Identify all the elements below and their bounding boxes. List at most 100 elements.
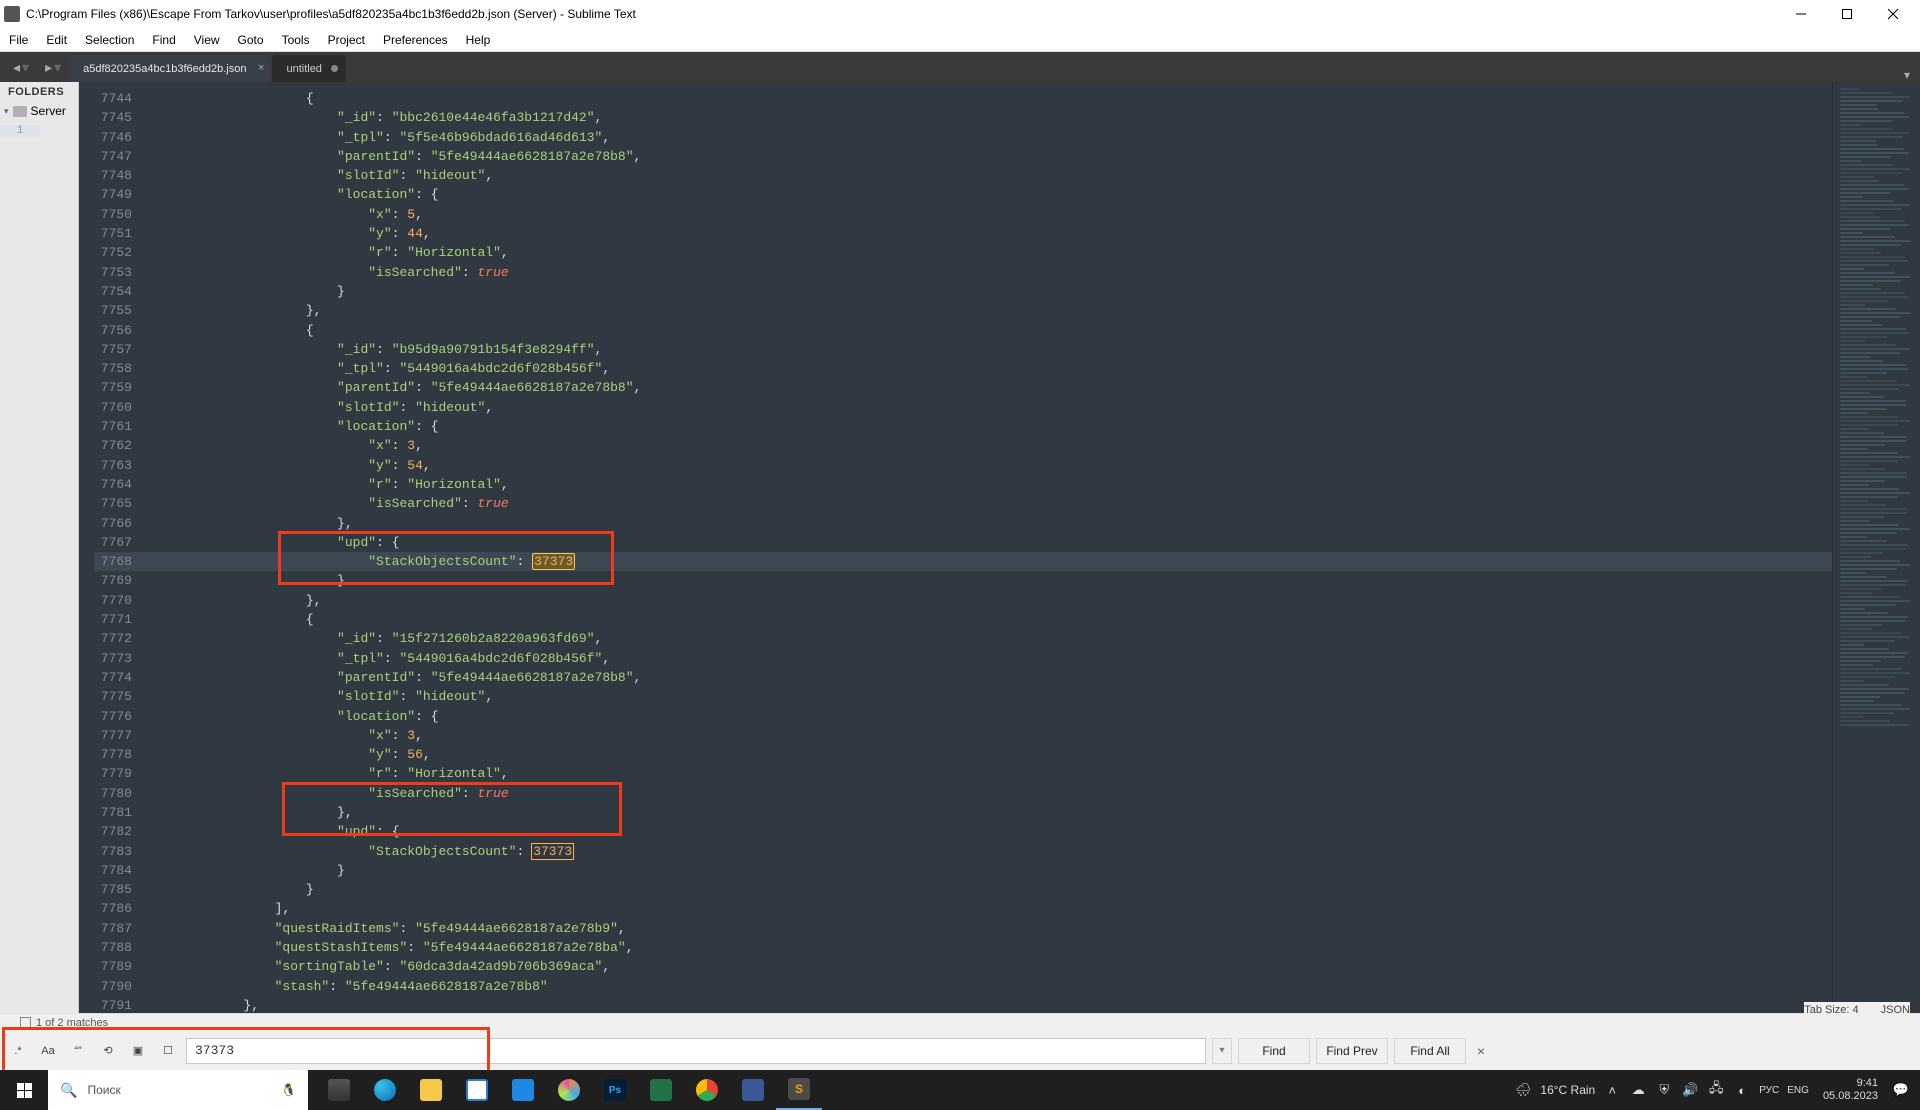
menu-help[interactable]: Help (457, 28, 500, 51)
save-icon[interactable] (730, 1070, 776, 1110)
code-line: "x": 3, (142, 726, 1832, 745)
code-line: "_tpl": "5449016a4bdc2d6f028b456f", (142, 359, 1832, 378)
start-button[interactable] (0, 1070, 48, 1110)
status-syntax[interactable]: JSON (1881, 1004, 1910, 1016)
status-checkbox[interactable] (20, 1017, 31, 1028)
code-line: "sortingTable": "60dca3da42ad9b706b369ac… (142, 957, 1832, 976)
tab-overflow-icon[interactable]: ▾ (1894, 68, 1920, 82)
find-button[interactable]: Find (1238, 1038, 1310, 1064)
find-regex-toggle[interactable]: .* (6, 1039, 30, 1063)
menu-file[interactable]: File (0, 28, 37, 51)
code-area[interactable]: { "_id": "bbc2610e44e46fa3b1217d42", "_t… (142, 82, 1832, 1030)
menu-find[interactable]: Find (143, 28, 184, 51)
editor[interactable]: 7744774577467747774877497750775177527753… (94, 82, 1920, 1030)
code-line: "slotId": "hideout", (142, 166, 1832, 185)
tab-nav-right[interactable]: ▸▾ (37, 52, 69, 82)
code-line: "_tpl": "5449016a4bdc2d6f028b456f", (142, 649, 1832, 668)
find-wrap-toggle[interactable]: ⟲ (96, 1039, 120, 1063)
find-history-dropdown[interactable]: ▾ (1212, 1038, 1232, 1064)
menu-project[interactable]: Project (319, 28, 374, 51)
code-line: }, (142, 301, 1832, 320)
taskbar-search[interactable]: 🔍 Поиск 🐧 (48, 1070, 308, 1110)
code-line: "stash": "5fe49444ae6628187a2e78b8" (142, 977, 1832, 996)
code-line: "_tpl": "5f5e46b96bdad616ad46d613", (142, 128, 1832, 147)
find-prev-button[interactable]: Find Prev (1316, 1038, 1388, 1064)
folder-icon (13, 106, 27, 117)
menu-tools[interactable]: Tools (273, 28, 319, 51)
title-bar: C:\Program Files (x86)\Escape From Tarko… (0, 0, 1920, 28)
find-insel-toggle[interactable]: ▣ (126, 1039, 150, 1063)
tab-nav-left[interactable]: ◂▾ (5, 52, 37, 82)
network-icon[interactable]: 🖧 (1707, 1081, 1725, 1099)
task-view-icon[interactable] (316, 1070, 362, 1110)
fold-gutter (79, 82, 94, 1030)
folder-label: Server (31, 104, 66, 118)
code-line: "parentId": "5fe49444ae6628187a2e78b8", (142, 378, 1832, 397)
code-line: { (142, 89, 1832, 108)
tray-chevron-icon[interactable]: ˄ (1603, 1081, 1621, 1099)
find-all-button[interactable]: Find All (1394, 1038, 1466, 1064)
volume-icon[interactable]: 🔊 (1681, 1081, 1699, 1099)
status-tabsize[interactable]: Tab Size: 4 (1804, 1004, 1858, 1016)
find-word-toggle[interactable]: “” (66, 1039, 90, 1063)
folder-root[interactable]: ▾ Server (0, 102, 78, 120)
find-input[interactable] (186, 1038, 1206, 1064)
tab-untitled[interactable]: untitled (272, 55, 345, 82)
close-button[interactable] (1870, 0, 1916, 28)
code-line: "y": 56, (142, 745, 1832, 764)
minimize-button[interactable] (1778, 0, 1824, 28)
menu-bar: FileEditSelectionFindViewGotoToolsProjec… (0, 28, 1920, 52)
tab-close-icon[interactable]: × (258, 62, 264, 74)
find-bar: .* Aa “” ⟲ ▣ ☐ ▾ Find Find Prev Find All… (0, 1030, 1920, 1070)
menu-view[interactable]: View (185, 28, 229, 51)
sublime-icon[interactable]: S (776, 1070, 822, 1110)
photoshop-icon[interactable]: Ps (592, 1070, 638, 1110)
excel-icon[interactable] (638, 1070, 684, 1110)
code-line: "upd": { (142, 822, 1832, 841)
mail-icon[interactable] (500, 1070, 546, 1110)
menu-edit[interactable]: Edit (37, 28, 76, 51)
folder-collapse-icon[interactable]: ▾ (4, 106, 9, 117)
clock-time: 9:41 (1823, 1077, 1878, 1090)
code-line: "location": { (142, 417, 1832, 436)
onedrive-icon[interactable]: ☁ (1629, 1081, 1647, 1099)
code-line: } (142, 282, 1832, 301)
tab-a5df820235a4bc1b3f6edd2b.json[interactable]: a5df820235a4bc1b3f6edd2b.json× (69, 55, 270, 82)
outline-line: 1 (0, 125, 40, 137)
menu-preferences[interactable]: Preferences (374, 28, 457, 51)
lang-indicator-1[interactable]: РУС (1759, 1085, 1779, 1096)
code-line: } (142, 880, 1832, 899)
find-status: 1 of 2 matches (0, 1013, 1920, 1031)
clock-date: 05.08.2023 (1823, 1090, 1878, 1103)
code-line: "x": 3, (142, 436, 1832, 455)
code-line: "r": "Horizontal", (142, 243, 1832, 262)
nvidia-icon[interactable]: ◐ (1733, 1081, 1751, 1099)
dirty-indicator-icon[interactable] (331, 65, 338, 72)
code-line: }, (142, 514, 1832, 533)
find-highlight-toggle[interactable]: ☐ (156, 1039, 180, 1063)
code-line: "isSearched": true (142, 494, 1832, 513)
line-gutter: 7744774577467747774877497750775177527753… (94, 82, 142, 1030)
chrome-icon[interactable] (684, 1070, 730, 1110)
menu-goto[interactable]: Goto (229, 28, 273, 51)
maximize-button[interactable] (1824, 0, 1870, 28)
edge-icon[interactable] (362, 1070, 408, 1110)
find-case-toggle[interactable]: Aa (36, 1039, 60, 1063)
lang-indicator-2[interactable]: ENG (1787, 1085, 1809, 1096)
weather-text[interactable]: 16°C Rain (1540, 1083, 1595, 1097)
minimap[interactable] (1832, 82, 1920, 1030)
store-icon[interactable] (454, 1070, 500, 1110)
code-line: "x": 5, (142, 205, 1832, 224)
window-title: C:\Program Files (x86)\Escape From Tarko… (26, 7, 636, 21)
security-icon[interactable]: ⛨ (1655, 1081, 1673, 1099)
menu-selection[interactable]: Selection (76, 28, 143, 51)
code-line: "r": "Horizontal", (142, 475, 1832, 494)
weather-icon[interactable]: 🌧 (1514, 1081, 1532, 1099)
find-close-button[interactable]: × (1472, 1043, 1490, 1059)
code-line: "questRaidItems": "5fe49444ae6628187a2e7… (142, 919, 1832, 938)
taskbar-clock[interactable]: 9:41 05.08.2023 (1817, 1077, 1884, 1103)
paint-icon[interactable] (546, 1070, 592, 1110)
notifications-icon[interactable]: 💬 (1892, 1081, 1910, 1099)
code-line: }, (142, 803, 1832, 822)
explorer-icon[interactable] (408, 1070, 454, 1110)
